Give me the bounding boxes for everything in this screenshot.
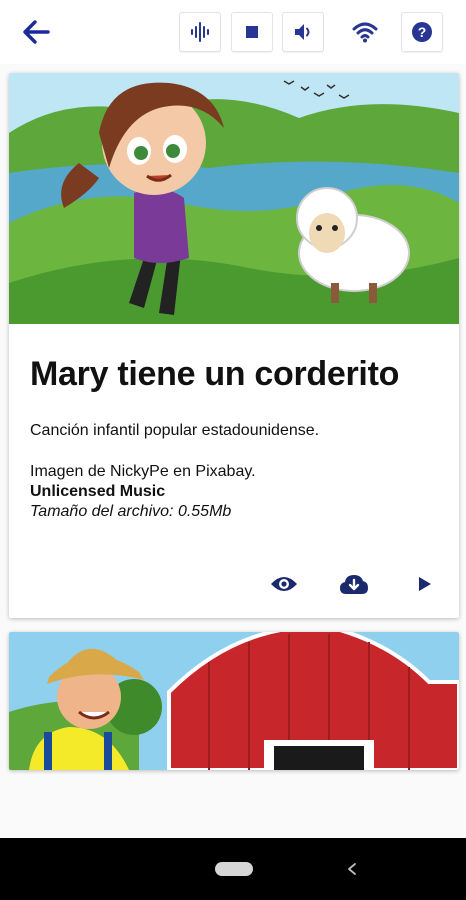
eye-icon <box>271 577 297 591</box>
card-image-farmer-barn[interactable] <box>9 632 459 770</box>
home-pill-icon[interactable] <box>215 862 253 876</box>
volume-button[interactable] <box>282 12 324 52</box>
voice-button[interactable] <box>179 12 221 52</box>
song-meta: Imagen de NickyPe en Pixabay. Unlicensed… <box>30 462 256 522</box>
song-card: Mary tiene un corderito Canción infantil… <box>9 73 459 618</box>
top-app-bar: ? <box>0 0 466 64</box>
cloud-download-icon <box>340 575 368 594</box>
app-screen: ? Mary tiene un corderito Canción infant… <box>0 0 466 900</box>
song-card-2 <box>9 632 459 770</box>
help-button[interactable]: ? <box>401 12 443 52</box>
wifi-icon <box>352 22 378 43</box>
voice-waveform-icon <box>191 22 209 42</box>
song-description: Canción infantil popular estadounidense. <box>30 422 320 439</box>
help-icon: ? <box>412 22 432 42</box>
arrow-left-icon <box>23 20 50 44</box>
back-button[interactable] <box>18 14 54 50</box>
view-button[interactable] <box>264 564 304 604</box>
stop-icon <box>246 26 258 38</box>
stop-button[interactable] <box>231 12 273 52</box>
song-title: Mary tiene un corderito <box>30 355 400 393</box>
play-icon <box>419 577 431 591</box>
image-credit: Imagen de NickyPe en Pixabay. <box>30 463 256 480</box>
download-button[interactable] <box>334 564 374 604</box>
card-image-girl-and-lamb[interactable] <box>9 73 459 324</box>
play-button[interactable] <box>405 564 445 604</box>
svg-text:?: ? <box>418 24 427 40</box>
license-label: Unlicensed Music <box>30 483 166 500</box>
nav-back-icon <box>348 863 356 875</box>
file-size-label: Tamaño del archivo: 0.55Mb <box>30 503 232 520</box>
nav-back-button[interactable] <box>340 857 364 881</box>
volume-icon <box>295 24 310 40</box>
wifi-button[interactable] <box>344 12 386 52</box>
